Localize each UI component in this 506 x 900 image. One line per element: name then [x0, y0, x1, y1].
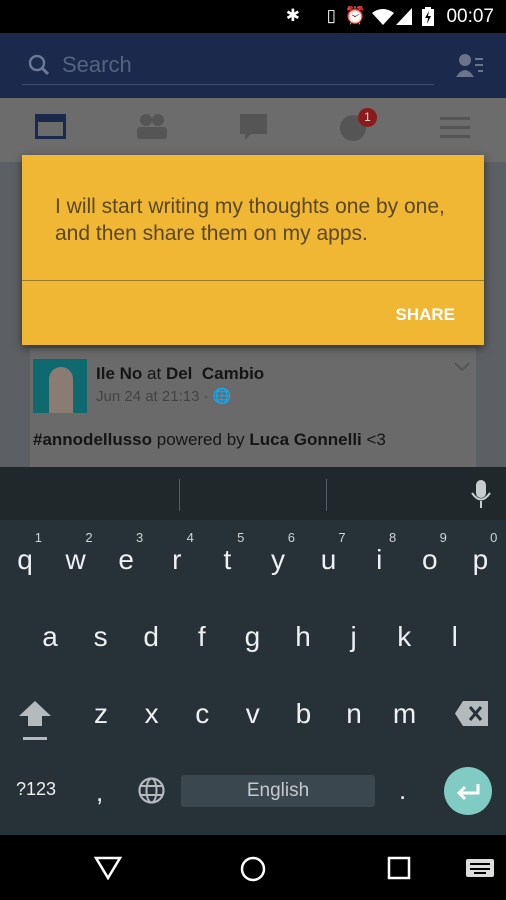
key-n[interactable]: n	[329, 679, 379, 749]
post-text: #annodellusso powered by Luca Gonnelli <…	[33, 430, 386, 449]
tab-notifications[interactable]: 1	[338, 108, 377, 142]
enter-icon	[456, 784, 480, 801]
key-g[interactable]: g	[227, 602, 277, 672]
key-hint: 0	[490, 530, 498, 545]
tab-news-feed[interactable]	[34, 112, 68, 142]
key-q[interactable]: q1	[0, 525, 50, 595]
key-hint: 9	[439, 530, 447, 545]
divider	[326, 479, 327, 511]
tab-menu[interactable]	[440, 112, 474, 142]
key-l[interactable]: l	[430, 602, 480, 672]
key-hint: 2	[85, 530, 93, 545]
space-bar[interactable]: English	[181, 775, 375, 807]
tab-friends[interactable]	[135, 112, 169, 142]
backspace-key[interactable]	[455, 701, 488, 726]
divider	[179, 479, 180, 511]
search-placeholder: Search	[62, 51, 132, 77]
key-hint: 4	[186, 530, 194, 545]
navigation-bar	[0, 835, 506, 900]
tab-messages[interactable]	[237, 112, 271, 142]
key-z[interactable]: z	[76, 679, 126, 749]
post-card: Ile No at Del Cambio Jun 24 at 21:13 · 🌐…	[30, 348, 476, 478]
clock: 00:07	[446, 6, 494, 27]
key-hint: 5	[237, 530, 245, 545]
key-r[interactable]: r4	[152, 525, 202, 595]
bluetooth-icon: ✱	[285, 6, 300, 25]
post-time: Jun 24 at 21:13 · 🌐	[96, 388, 232, 405]
key-m[interactable]: m	[380, 679, 430, 749]
post-header: Ile No at Del Cambio	[96, 364, 264, 384]
key-hint: 1	[34, 530, 42, 545]
key-p[interactable]: p0	[455, 525, 505, 595]
author-avatar[interactable]	[33, 359, 87, 413]
top-header: Search	[0, 33, 506, 98]
wifi-icon	[372, 9, 394, 25]
key-x[interactable]: x	[127, 679, 177, 749]
key-a[interactable]: a	[25, 602, 75, 672]
author-name[interactable]: Ile No	[96, 364, 142, 383]
key-y[interactable]: y6	[253, 525, 303, 595]
vibrate-icon: ▯	[326, 6, 336, 25]
home-button[interactable]	[240, 856, 266, 882]
key-k[interactable]: k	[379, 602, 429, 672]
recents-button[interactable]	[387, 856, 411, 880]
key-j[interactable]: j	[329, 602, 379, 672]
key-c[interactable]: c	[177, 679, 227, 749]
key-u[interactable]: u7	[304, 525, 354, 595]
key-f[interactable]: f	[177, 602, 227, 672]
key-h[interactable]: h	[278, 602, 328, 672]
keyboard: ?123 , English . q1w2e3r4t5y6u7i8o9p0 asd…	[0, 467, 506, 835]
language-globe-key[interactable]	[138, 777, 165, 804]
alarm-icon: ⏰	[344, 6, 366, 25]
key-o[interactable]: o9	[405, 525, 455, 595]
battery-charging-icon	[422, 7, 434, 26]
key-i[interactable]: i8	[354, 525, 404, 595]
suggestion-strip	[0, 467, 506, 520]
signal-icon	[396, 8, 412, 25]
key-d[interactable]: d	[126, 602, 176, 672]
key-hint: 8	[388, 530, 397, 545]
microphone-icon[interactable]	[471, 480, 491, 508]
back-button[interactable]	[94, 856, 122, 880]
hashtag[interactable]: #annodellusso	[33, 430, 152, 449]
tab-bar: 1	[0, 98, 506, 162]
key-e[interactable]: e3	[101, 525, 151, 595]
status-bar: ✱ ▯ ⏰ 00:07	[0, 0, 506, 33]
key-s[interactable]: s	[76, 602, 126, 672]
comma-key[interactable]: ,	[96, 777, 103, 808]
key-w[interactable]: w2	[51, 525, 101, 595]
key-hint: 6	[287, 530, 295, 545]
at-label: at	[147, 364, 162, 383]
symbols-key[interactable]: ?123	[16, 779, 56, 800]
notification-badge: 1	[358, 108, 377, 127]
friend-requests-icon[interactable]	[456, 53, 484, 77]
key-b[interactable]: b	[278, 679, 328, 749]
place-name[interactable]: Del Cambio	[166, 364, 264, 383]
search-input[interactable]: Search	[22, 45, 434, 85]
period-key[interactable]: .	[399, 775, 406, 806]
enter-key[interactable]	[444, 767, 492, 815]
divider	[22, 280, 484, 281]
keyboard-switch-icon[interactable]	[466, 859, 494, 877]
shift-key[interactable]	[18, 699, 52, 743]
key-hint: 3	[135, 530, 144, 545]
share-button[interactable]: SHARE	[395, 305, 455, 325]
chevron-down-icon[interactable]	[454, 362, 470, 372]
globe-icon: 🌐	[212, 388, 232, 405]
key-hint: 7	[338, 530, 346, 545]
mention[interactable]: Luca Gonnelli	[249, 430, 361, 449]
dialog-message: I will start writing my thoughts one by …	[55, 195, 445, 245]
key-v[interactable]: v	[228, 679, 278, 749]
share-dialog: I will start writing my thoughts one by …	[22, 155, 484, 345]
search-icon	[28, 54, 50, 75]
key-t[interactable]: t5	[202, 525, 252, 595]
